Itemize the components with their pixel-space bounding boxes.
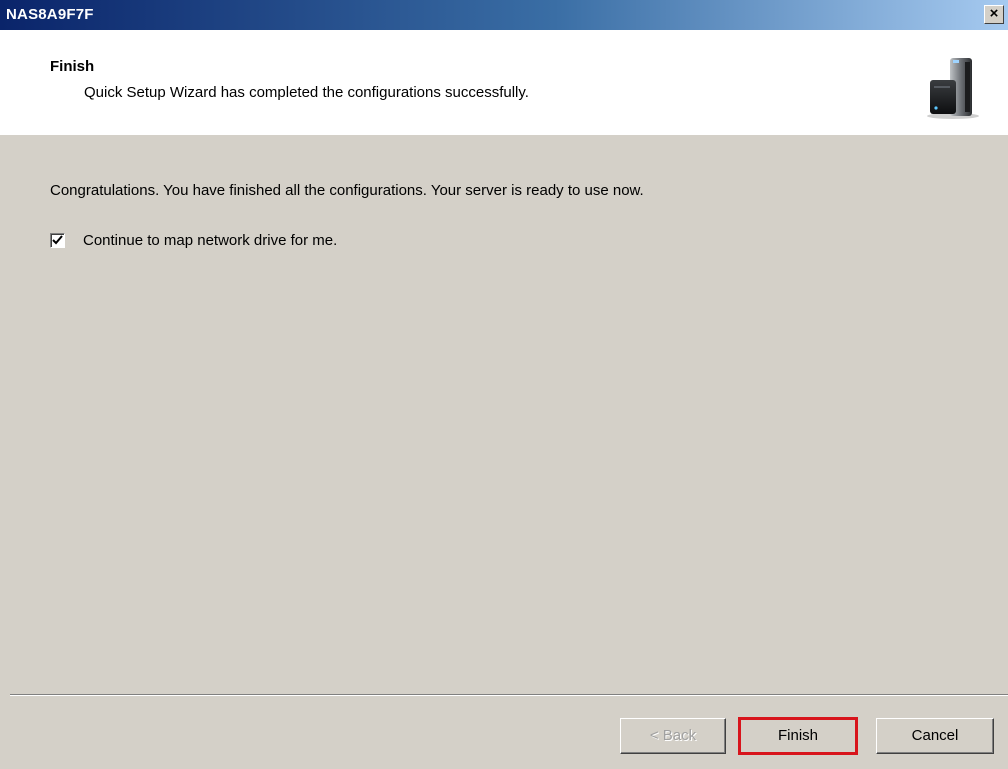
window-title: NAS8A9F7F bbox=[6, 6, 94, 23]
title-bar[interactable]: NAS8A9F7F × bbox=[0, 0, 1008, 30]
finish-button[interactable]: Finish bbox=[738, 717, 858, 755]
nas-device-icon bbox=[927, 58, 979, 119]
map-drive-option[interactable]: Continue to map network drive for me. bbox=[50, 230, 337, 250]
close-button[interactable]: × bbox=[984, 5, 1004, 24]
wizard-header: Finish Quick Setup Wizard has completed … bbox=[0, 30, 1008, 135]
back-button[interactable]: < Back bbox=[620, 718, 726, 754]
page-subtitle: Quick Setup Wizard has completed the con… bbox=[84, 84, 529, 101]
map-drive-label[interactable]: Continue to map network drive for me. bbox=[83, 232, 337, 249]
completion-message: Congratulations. You have finished all t… bbox=[50, 182, 644, 199]
header-divider bbox=[0, 134, 1008, 135]
cancel-button[interactable]: Cancel bbox=[876, 718, 994, 754]
page-title: Finish bbox=[50, 58, 95, 75]
close-icon: × bbox=[989, 5, 999, 22]
footer-divider-highlight bbox=[10, 695, 1008, 696]
setup-wizard-window: NAS8A9F7F × Finish Quick Setup Wizard ha… bbox=[0, 0, 1008, 769]
checkmark-icon bbox=[52, 234, 63, 244]
map-drive-checkbox[interactable] bbox=[50, 232, 65, 248]
